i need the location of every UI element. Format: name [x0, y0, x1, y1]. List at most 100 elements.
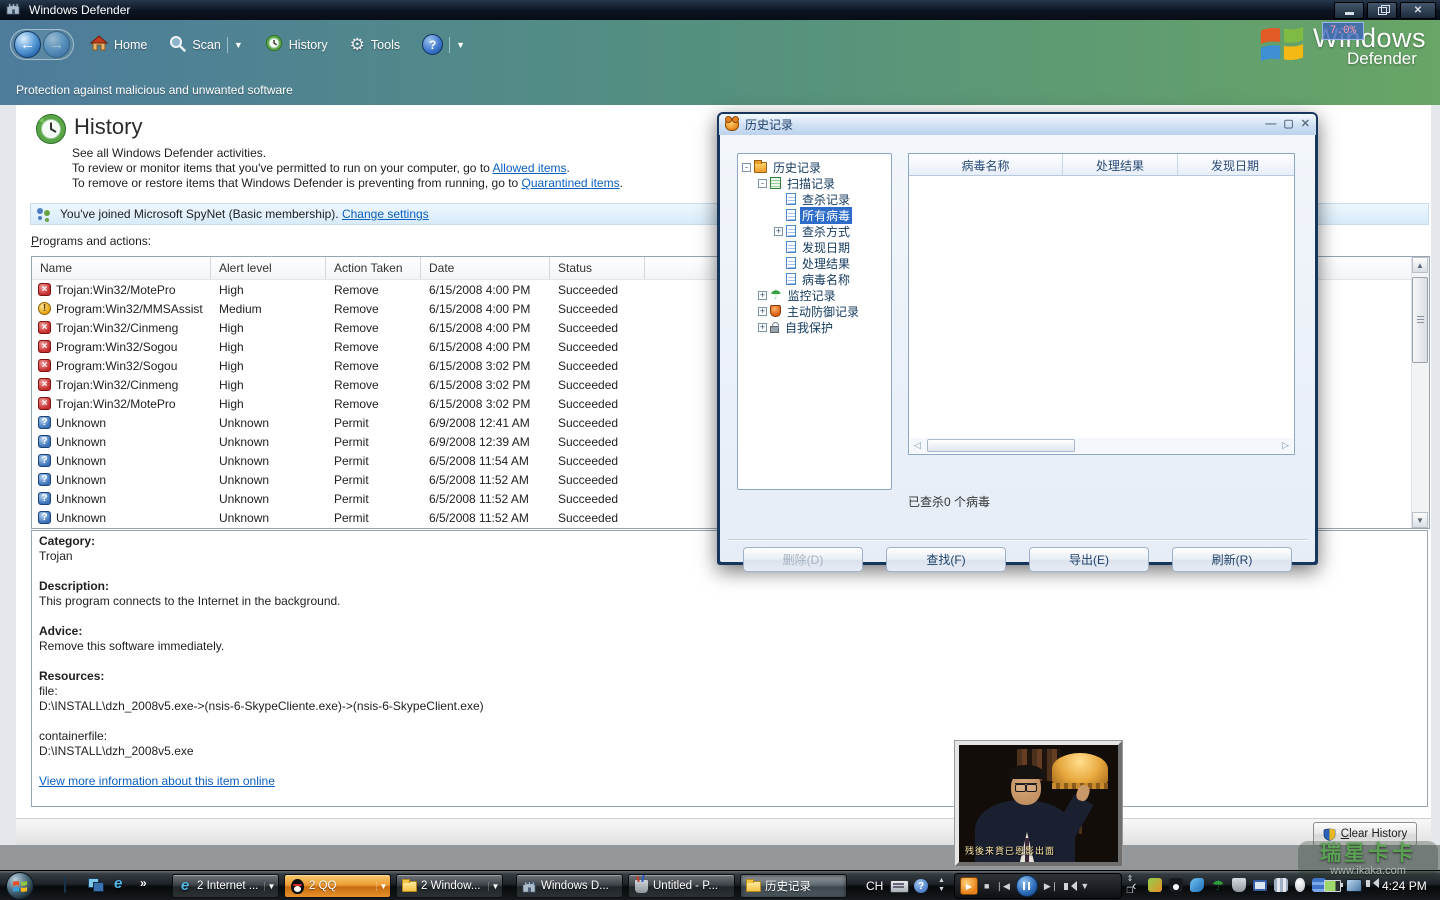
taskbar-button-6[interactable]: 历史记录 [740, 874, 847, 898]
virus-list-column-header[interactable]: 发现日期 [1178, 154, 1292, 175]
vertical-scrollbar[interactable]: ▲ ▼ [1411, 257, 1429, 528]
allowed-items-link[interactable]: Allowed items [493, 161, 567, 175]
tray-volume-icon[interactable] [1366, 880, 1370, 887]
toolbar-home[interactable]: Home [84, 32, 153, 57]
tree-item-查杀记录[interactable]: -查杀记录 [738, 191, 891, 207]
toolbar-scan[interactable]: Scan ▼ [163, 32, 248, 58]
defender-taskbar-icon [521, 878, 537, 894]
dialog-titlebar[interactable]: 历史记录 — ▢ ✕ [719, 114, 1316, 135]
next-button[interactable]: ▶❘ [1044, 882, 1058, 891]
tree-item-病毒名称[interactable]: -病毒名称 [738, 271, 891, 287]
tree-item-所有病毒[interactable]: -所有病毒 [738, 207, 891, 223]
scroll-right-button[interactable]: ▷ [1278, 438, 1293, 453]
tree-item-处理结果[interactable]: -处理结果 [738, 255, 891, 271]
column-header[interactable]: Date [421, 257, 550, 279]
scroll-down-button[interactable]: ▼ [1412, 512, 1428, 528]
wmp-icon[interactable]: ▶ [960, 877, 978, 895]
virus-list-column-header[interactable]: 病毒名称 [909, 154, 1063, 175]
taskbar-button-3[interactable]: 2 Window...▼ [396, 874, 503, 898]
taskbar-button-2[interactable]: 2 QQ▼ [284, 874, 391, 898]
im-tray-icon[interactable] [1148, 878, 1162, 892]
scan-dropdown-arrow[interactable]: ▼ [234, 40, 243, 50]
refresh-button[interactable]: 刷新(R) [1172, 547, 1292, 572]
back-button[interactable]: ← [14, 31, 41, 58]
ie-quicklaunch-icon[interactable]: e [114, 877, 122, 891]
column-header[interactable]: Name [32, 257, 211, 279]
tree-item-监控记录[interactable]: +☂监控记录 [738, 287, 891, 303]
scroll-left-button[interactable]: ◁ [910, 438, 925, 453]
collapse-minus-icon[interactable]: - [742, 163, 751, 172]
forward-button[interactable]: → [43, 31, 70, 58]
expand-plus-icon[interactable]: + [774, 227, 783, 236]
restore-button[interactable] [1367, 2, 1397, 19]
unknown-icon: ? [38, 473, 51, 486]
taskbar-button-4[interactable]: Windows D... [516, 874, 623, 898]
volume-dropdown-arrow[interactable]: ▼ [1080, 882, 1089, 891]
show-desktop-icon[interactable] [64, 878, 66, 892]
taskbar-button-1[interactable]: e2 Internet ...▼ [172, 874, 279, 898]
battery-icon[interactable] [1324, 880, 1341, 892]
tree-item-扫描记录[interactable]: -扫描记录 [738, 175, 891, 191]
column-header[interactable]: Status [550, 257, 645, 279]
pause-button[interactable] [1016, 875, 1038, 897]
tree-item-历史记录[interactable]: -历史记录 [738, 159, 891, 175]
expand-plus-icon[interactable]: + [758, 291, 767, 300]
stop-button[interactable]: ■ [984, 882, 989, 891]
tray-collapse-chevron[interactable]: ‹ [1132, 878, 1136, 893]
tree-item-发现日期[interactable]: -发现日期 [738, 239, 891, 255]
tray-help-icon[interactable]: ? [914, 879, 928, 893]
dialog-minimize-button[interactable]: — [1265, 119, 1276, 130]
start-button[interactable] [6, 872, 34, 900]
dialog-maximize-button[interactable]: ▢ [1283, 119, 1293, 130]
taskbar-button-dropdown[interactable]: ▼ [264, 882, 278, 891]
previous-button[interactable]: ❘◀ [995, 882, 1009, 891]
scrollbar-thumb[interactable] [1412, 277, 1428, 363]
quicklaunch-overflow-chevron[interactable]: » [140, 876, 147, 890]
monitor-tray-icon[interactable] [1253, 880, 1267, 891]
cell-name: Trojan:Win32/MotePro [56, 397, 211, 411]
change-settings-link[interactable]: Change settings [342, 207, 429, 221]
toolbar-history[interactable]: History [259, 31, 334, 58]
network-icon[interactable] [1346, 879, 1362, 892]
virus-list-column-header[interactable]: 处理结果 [1063, 154, 1178, 175]
keyboard-layout-icon[interactable] [890, 880, 909, 893]
expand-plus-icon[interactable]: + [758, 307, 767, 316]
umbrella-tray-icon[interactable]: ☂ [1211, 878, 1225, 892]
scroll-up-button[interactable]: ▲ [1412, 257, 1428, 273]
find-button[interactable]: 查找(F) [886, 547, 1006, 572]
thunder-tray-icon[interactable] [1190, 878, 1204, 892]
quarantined-items-link[interactable]: Quarantined items [522, 176, 620, 190]
hscrollbar-thumb[interactable] [927, 439, 1075, 452]
toolbar-tools[interactable]: ⚙ Tools [344, 33, 406, 56]
tree-item-主动防御记录[interactable]: +主动防御记录 [738, 303, 891, 319]
minimize-button[interactable] [1334, 2, 1364, 19]
toolbar-help[interactable]: ? ▼ [416, 31, 471, 58]
export-button[interactable]: 导出(E) [1029, 547, 1149, 572]
collapse-minus-icon[interactable]: - [758, 179, 767, 188]
dialog-close-button[interactable]: ✕ [1301, 119, 1310, 130]
helpgrid-tray-icon[interactable] [1274, 878, 1288, 892]
column-header[interactable]: Action Taken [326, 257, 421, 279]
help-dropdown-arrow[interactable]: ▼ [456, 40, 465, 50]
language-indicator[interactable]: CH [866, 879, 883, 893]
cell-action-taken: Remove [326, 283, 421, 297]
trophy-tray-icon[interactable] [1232, 878, 1246, 892]
page-title: History [74, 114, 142, 140]
volume-button[interactable] [1064, 883, 1068, 890]
page-icon [786, 225, 796, 237]
close-button[interactable]: ✕ [1400, 2, 1436, 19]
horizontal-scrollbar[interactable]: ◁ ▷ [910, 438, 1293, 453]
clock[interactable]: 4:24 PM [1382, 879, 1427, 893]
more-info-link[interactable]: View more information about this item on… [39, 774, 275, 788]
tree-item-查杀方式[interactable]: +查杀方式 [738, 223, 891, 239]
taskbar-button-5[interactable]: Untitled - P... [628, 874, 735, 898]
mouse-tray-icon[interactable] [1295, 878, 1305, 892]
toolbar-expand-arrows[interactable]: ▲▼ [936, 876, 947, 896]
taskbar-button-dropdown[interactable]: ▼ [376, 882, 390, 891]
tree-item-自我保护[interactable]: +自我保护 [738, 319, 891, 335]
taskbar-button-dropdown[interactable]: ▼ [488, 882, 502, 891]
qq-tray-icon[interactable] [1169, 878, 1183, 892]
column-header[interactable]: Alert level [211, 257, 326, 279]
expand-plus-icon[interactable]: + [758, 323, 767, 332]
video-window[interactable]: 残後来貨已恩影出面 [955, 741, 1122, 866]
